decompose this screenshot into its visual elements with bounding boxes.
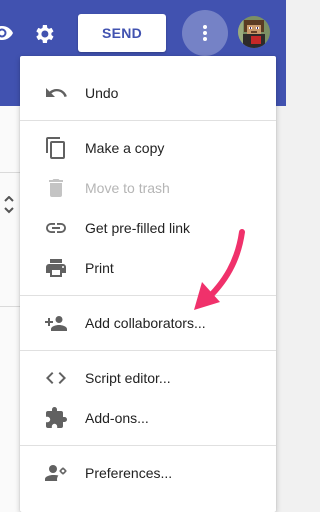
menu-item-preferences[interactable]: Preferences... (20, 453, 276, 493)
menu-item-move-to-trash[interactable]: Move to trash (20, 168, 276, 208)
preview-eye-icon[interactable] (0, 21, 14, 45)
add-people-icon (44, 311, 68, 335)
puzzle-icon (44, 406, 68, 430)
user-settings-icon (44, 461, 68, 485)
menu-item-label: Move to trash (85, 180, 170, 196)
user-avatar[interactable] (238, 16, 270, 48)
background-divider (0, 172, 20, 173)
menu-item-label: Get pre-filled link (85, 220, 191, 236)
menu-divider (20, 445, 276, 446)
menu-item-label: Add-ons... (85, 410, 149, 426)
menu-item-label: Add collaborators... (85, 315, 206, 331)
more-options-icon[interactable] (182, 10, 228, 56)
collapse-expand-icon[interactable] (2, 195, 16, 218)
printer-icon (44, 256, 68, 280)
background-form-panel (0, 106, 20, 512)
menu-item-label: Print (85, 260, 114, 276)
undo-icon (44, 81, 68, 105)
menu-divider (20, 350, 276, 351)
copy-icon (44, 136, 68, 160)
menu-item-label: Make a copy (85, 140, 165, 156)
code-icon (44, 366, 68, 390)
trash-icon (44, 176, 68, 200)
annotation-arrow-icon (194, 229, 245, 310)
menu-item-label: Undo (85, 85, 119, 101)
menu-item-script-editor[interactable]: Script editor... (20, 358, 276, 398)
menu-divider (20, 120, 276, 121)
link-icon (44, 216, 68, 240)
send-button[interactable]: SEND (78, 14, 166, 52)
menu-item-undo[interactable]: Undo (20, 73, 276, 113)
menu-item-label: Preferences... (85, 465, 173, 481)
menu-item-add-ons[interactable]: Add-ons... (20, 398, 276, 438)
menu-item-make-a-copy[interactable]: Make a copy (20, 128, 276, 168)
background-divider (0, 306, 20, 307)
background-right-gutter (276, 106, 286, 512)
menu-item-label: Script editor... (85, 370, 171, 386)
settings-gear-icon[interactable] (30, 20, 58, 48)
